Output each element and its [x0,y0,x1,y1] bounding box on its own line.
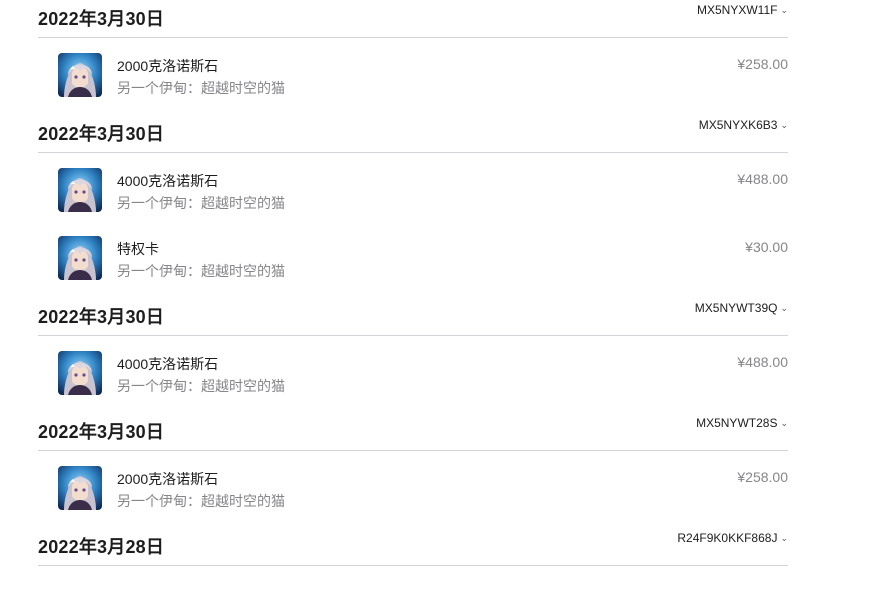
chevron-down-icon: ⌄ [780,120,788,130]
order-id: MX5NYXW11F [696,3,778,17]
app-icon[interactable] [58,351,102,395]
order-id-toggle[interactable]: MX5NYWT39Q ⌄ [695,301,788,315]
order-group: 2022年3月30日 MX5NYXW11F ⌄ 2000克洛诺斯石 另一个伊甸：… [38,0,788,115]
order-id: MX5NYXK6B3 [698,118,778,132]
item-app-name: 另一个伊甸：超越时空的猫 [117,80,285,96]
order-id-toggle[interactable]: MX5NYXK6B3 ⌄ [699,118,788,132]
order-header: 2022年3月30日 MX5NYXK6B3 ⌄ [38,115,788,153]
app-icon[interactable] [58,466,102,510]
chevron-down-icon: ⌄ [780,533,788,543]
item-price: ¥30.00 [745,239,788,255]
order-header: 2022年3月30日 MX5NYWT39Q ⌄ [38,298,788,336]
item-name[interactable]: 2000克洛诺斯石 [117,469,218,489]
order-id: R24F9K0KKF868J [677,531,778,545]
order-id-toggle[interactable]: MX5NYWT28S ⌄ [696,416,788,430]
order-header: 2022年3月28日 R24F9K0KKF868J ⌄ [38,528,788,566]
order-id-toggle[interactable]: R24F9K0KKF868J ⌄ [677,531,788,545]
app-icon[interactable] [58,53,102,97]
item-price: ¥488.00 [737,171,788,187]
chevron-down-icon: ⌄ [780,418,788,428]
purchase-item: 2000克洛诺斯石 另一个伊甸：超越时空的猫 ¥258.00 [38,52,788,97]
item-app-name: 另一个伊甸：超越时空的猫 [117,378,285,394]
purchase-history-list: 2022年3月30日 MX5NYXW11F ⌄ 2000克洛诺斯石 另一个伊甸：… [38,0,788,566]
order-date: 2022年3月30日 [38,307,165,327]
order-group: 2022年3月30日 MX5NYWT39Q ⌄ 4000克洛诺斯石 另一个伊甸：… [38,298,788,413]
order-group: 2022年3月30日 MX5NYXK6B3 ⌄ 4000克洛诺斯石 另一个伊甸：… [38,115,788,298]
order-id-toggle[interactable]: MX5NYXW11F ⌄ [697,3,788,17]
order-date: 2022年3月30日 [38,124,165,144]
order-date: 2022年3月30日 [38,422,165,442]
item-app-name: 另一个伊甸：超越时空的猫 [117,195,285,211]
order-group: 2022年3月30日 MX5NYWT28S ⌄ 2000克洛诺斯石 另一个伊甸：… [38,413,788,528]
chevron-down-icon: ⌄ [780,303,788,313]
item-app-name: 另一个伊甸：超越时空的猫 [117,263,285,279]
app-icon[interactable] [58,236,102,280]
order-id: MX5NYWT39Q [694,301,778,315]
purchase-item: 2000克洛诺斯石 另一个伊甸：超越时空的猫 ¥258.00 [38,465,788,510]
app-icon[interactable] [58,168,102,212]
order-items: 2000克洛诺斯石 另一个伊甸：超越时空的猫 ¥258.00 [38,451,788,528]
order-date: 2022年3月28日 [38,537,165,557]
item-name[interactable]: 2000克洛诺斯石 [117,56,218,76]
order-header: 2022年3月30日 MX5NYXW11F ⌄ [38,0,788,38]
item-price: ¥258.00 [737,469,788,485]
purchase-item: 4000克洛诺斯石 另一个伊甸：超越时空的猫 ¥488.00 [38,350,788,395]
order-items: 2000克洛诺斯石 另一个伊甸：超越时空的猫 ¥258.00 [38,38,788,115]
item-name[interactable]: 4000克洛诺斯石 [117,171,218,191]
item-name[interactable]: 4000克洛诺斯石 [117,354,218,374]
purchase-item: 特权卡 另一个伊甸：超越时空的猫 ¥30.00 [38,235,788,280]
order-items: 4000克洛诺斯石 另一个伊甸：超越时空的猫 ¥488.00 [38,336,788,413]
order-group: 2022年3月28日 R24F9K0KKF868J ⌄ [38,528,788,566]
chevron-down-icon: ⌄ [780,5,788,15]
order-header: 2022年3月30日 MX5NYWT28S ⌄ [38,413,788,451]
order-items: 4000克洛诺斯石 另一个伊甸：超越时空的猫 ¥488.00 [38,153,788,298]
item-name[interactable]: 特权卡 [117,239,159,259]
order-date: 2022年3月30日 [38,9,165,29]
item-price: ¥488.00 [737,354,788,370]
order-id: MX5NYWT28S [696,416,778,430]
item-app-name: 另一个伊甸：超越时空的猫 [117,493,285,509]
purchase-item: 4000克洛诺斯石 另一个伊甸：超越时空的猫 ¥488.00 [38,167,788,212]
item-price: ¥258.00 [737,56,788,72]
